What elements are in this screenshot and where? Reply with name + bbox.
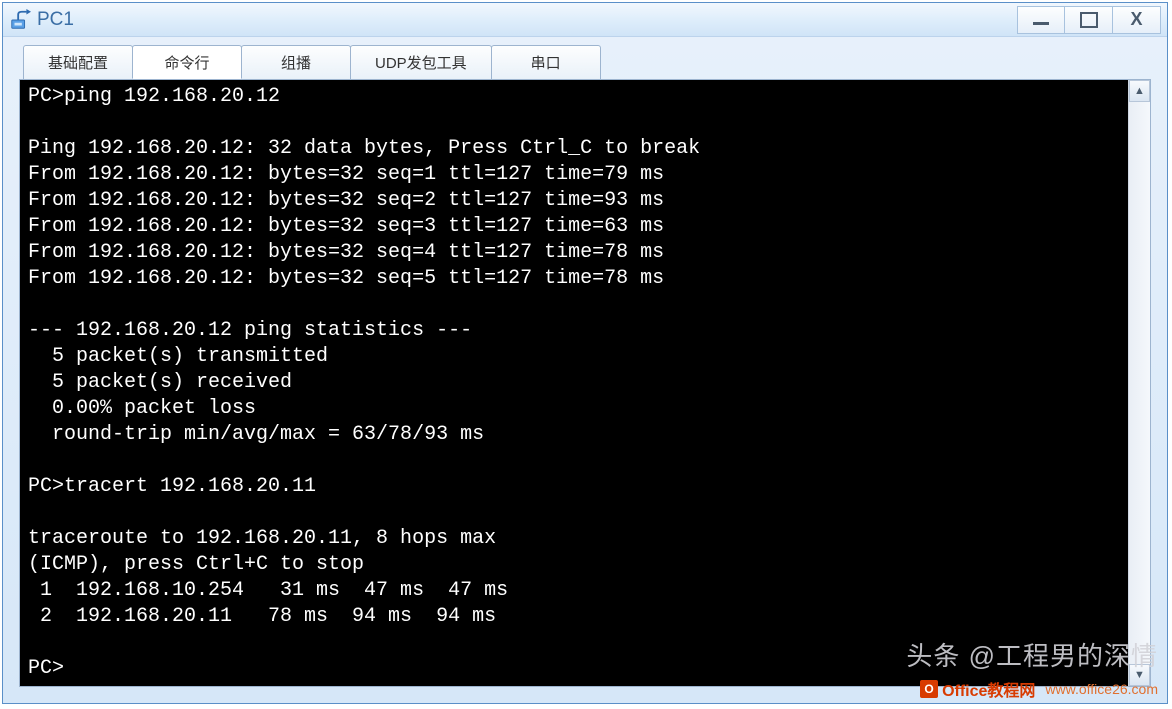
window-title: PC1 (37, 9, 74, 31)
app-window: PC1 X 基础配置 命令行 组播 UDP发包工具 串口 PC>ping 192… (2, 2, 1168, 704)
minimize-button[interactable] (1017, 6, 1065, 34)
scrollbar[interactable]: ▲ ▼ (1128, 80, 1150, 686)
scroll-down-arrow[interactable]: ▼ (1129, 664, 1150, 686)
window-controls: X (1017, 6, 1161, 34)
maximize-button[interactable] (1065, 6, 1113, 34)
close-button[interactable]: X (1113, 6, 1161, 34)
titlebar[interactable]: PC1 X (3, 3, 1167, 37)
app-icon (9, 9, 31, 31)
tab-command-line[interactable]: 命令行 (132, 45, 242, 79)
tab-row: 基础配置 命令行 组播 UDP发包工具 串口 (3, 37, 1167, 79)
terminal-container: PC>ping 192.168.20.12 Ping 192.168.20.12… (19, 79, 1151, 687)
tab-basic-config[interactable]: 基础配置 (23, 45, 133, 79)
terminal-output[interactable]: PC>ping 192.168.20.12 Ping 192.168.20.12… (20, 80, 1128, 686)
tab-serial[interactable]: 串口 (491, 45, 601, 79)
tab-udp-tool[interactable]: UDP发包工具 (350, 45, 492, 79)
scroll-up-arrow[interactable]: ▲ (1129, 80, 1150, 102)
tab-multicast[interactable]: 组播 (241, 45, 351, 79)
